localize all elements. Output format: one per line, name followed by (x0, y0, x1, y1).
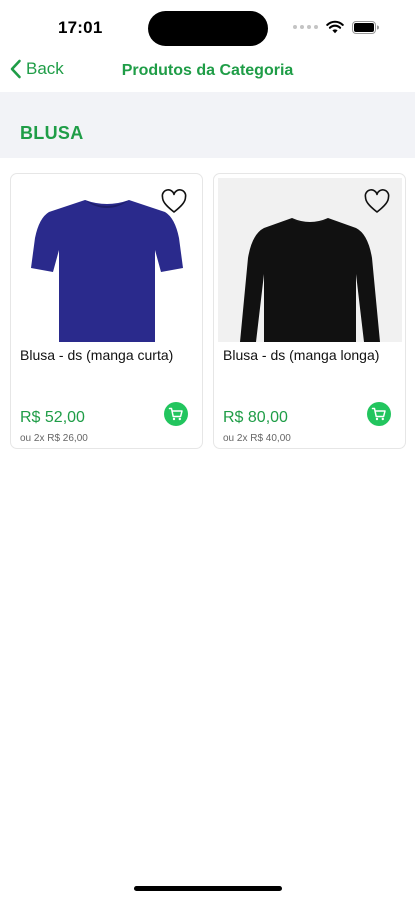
wifi-icon (326, 20, 344, 34)
product-card[interactable]: Blusa - ds (manga curta) R$ 52,00 ou 2x … (10, 173, 203, 449)
product-name: Blusa - ds (manga longa) (223, 347, 380, 363)
cart-icon (371, 407, 386, 421)
cart-icon (168, 407, 183, 421)
installment-text: ou 2x R$ 40,00 (223, 433, 291, 444)
home-indicator[interactable] (134, 886, 282, 891)
status-bar: 17:01 (0, 0, 415, 56)
add-to-cart-button[interactable] (367, 402, 391, 426)
category-title: BLUSA (20, 123, 84, 143)
product-price: R$ 52,00 (20, 409, 85, 426)
product-grid: Blusa - ds (manga curta) R$ 52,00 ou 2x … (10, 173, 406, 449)
navigation-bar: Back Produtos da Categoria (0, 56, 415, 92)
add-to-cart-button[interactable] (164, 402, 188, 426)
battery-icon (352, 20, 379, 34)
product-card[interactable]: Blusa - ds (manga longa) R$ 80,00 ou 2x … (213, 173, 406, 449)
product-name: Blusa - ds (manga curta) (20, 347, 174, 363)
status-icons (293, 20, 379, 34)
installment-text: ou 2x R$ 26,00 (20, 433, 88, 444)
favorite-heart-icon[interactable] (363, 188, 391, 216)
status-time: 17:01 (58, 18, 103, 37)
page-title: Produtos da Categoria (121, 62, 294, 79)
product-price: R$ 80,00 (223, 409, 288, 426)
dynamic-island (148, 11, 268, 46)
favorite-heart-icon[interactable] (160, 188, 188, 216)
category-header: BLUSA (0, 92, 415, 158)
cellular-signal-icon (293, 25, 318, 29)
